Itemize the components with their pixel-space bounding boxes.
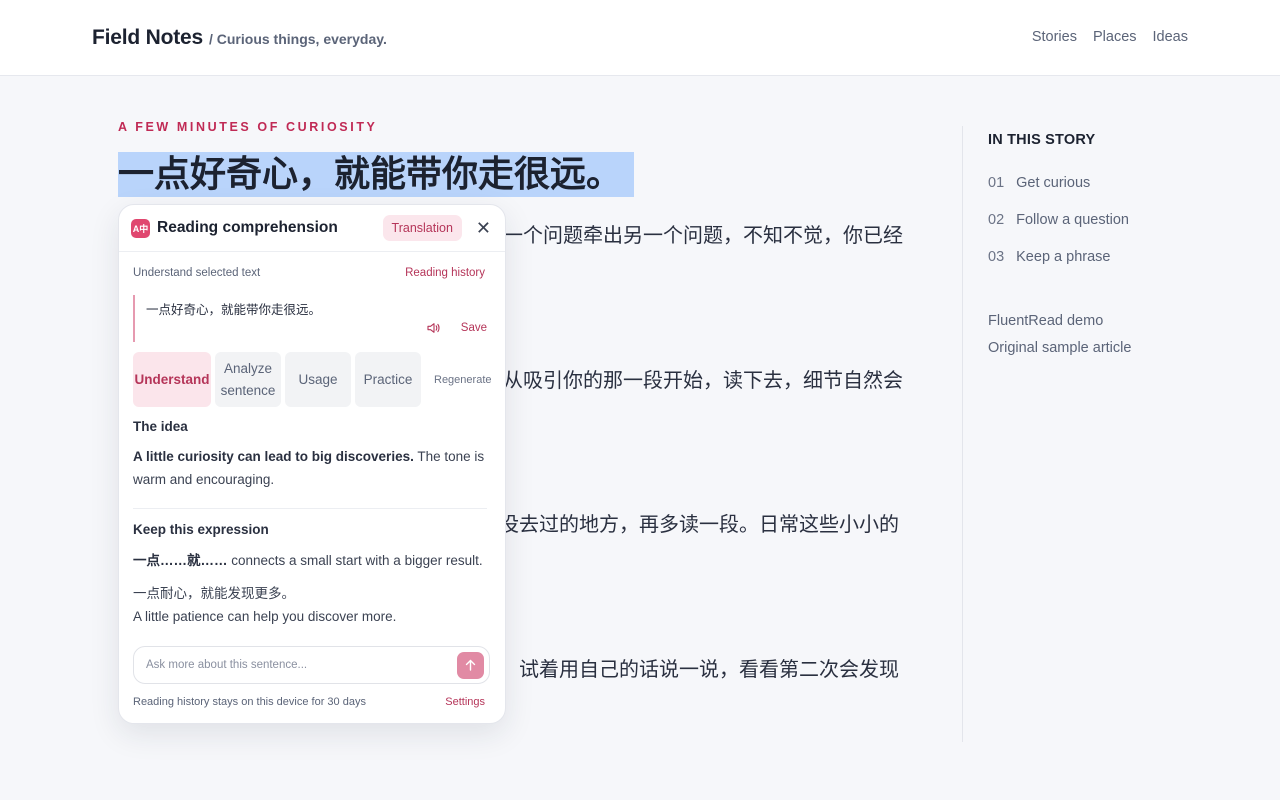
panel-footer: Reading history stays on this device for… — [133, 696, 485, 708]
brand-tagline: / Curious things, everyday. — [208, 31, 387, 47]
settings-link[interactable]: Settings — [445, 696, 485, 708]
history-notice: Reading history stays on this device for… — [133, 696, 366, 708]
paragraph-fragment-4: 试着用自己的话说一说，看看第二次会发现 — [519, 659, 899, 681]
expression-example: 一点耐心，就能发现更多。 A little patience can help … — [133, 582, 493, 628]
idea-summary: A little curiosity can lead to big disco… — [133, 449, 414, 464]
reading-comprehension-panel: A中 Reading comprehension Translation ✕ U… — [118, 204, 506, 724]
story-sidebar: IN THIS STORY 01 Get curious 02 Follow a… — [962, 126, 1202, 742]
section-divider — [133, 508, 487, 509]
article-headline-selected[interactable]: 一点好奇心，就能带你走很远。 — [118, 152, 635, 197]
selected-text-quote: 一点好奇心，就能带你走很远。 Save — [133, 295, 487, 342]
toc-item-keep-a-phrase[interactable]: 03 Keep a phrase — [988, 238, 1202, 275]
nav-stories[interactable]: Stories — [1032, 29, 1077, 45]
paragraph-fragment-1: 一个问题牵出另一个问题，不知不觉，你已经 — [503, 225, 903, 247]
reading-history-link[interactable]: Reading history — [405, 267, 485, 279]
ask-box — [133, 646, 490, 684]
send-button[interactable] — [457, 651, 484, 679]
mode-tabs: Understand Analyze sentence Usage Practi… — [133, 352, 492, 407]
nav-places[interactable]: Places — [1093, 29, 1137, 45]
quote-actions: Save — [427, 322, 487, 334]
tab-practice[interactable]: Practice — [355, 352, 421, 407]
selected-text: 一点好奇心，就能带你走很远。 — [146, 302, 322, 317]
toc-item-follow-a-question[interactable]: 02 Follow a question — [988, 201, 1202, 238]
toc-number: 02 — [988, 211, 1005, 228]
ask-input[interactable] — [146, 659, 457, 671]
nav-ideas[interactable]: Ideas — [1153, 29, 1188, 45]
brand-name: Field Notes — [92, 26, 203, 49]
translation-button[interactable]: Translation — [382, 215, 462, 241]
expression-pattern: 一点……就…… — [133, 553, 228, 568]
tab-understand[interactable]: Understand — [133, 352, 211, 407]
panel-title: Reading comprehension — [157, 219, 338, 236]
top-bar: Field Notes / Curious things, everyday. … — [0, 0, 1280, 76]
regenerate-button[interactable]: Regenerate — [434, 374, 492, 386]
table-of-contents: 01 Get curious 02 Follow a question 03 K… — [988, 164, 1202, 275]
example-chinese: 一点耐心，就能发现更多。 — [133, 586, 295, 601]
idea-heading: The idea — [133, 419, 188, 434]
panel-subheader: Understand selected text Reading history — [133, 267, 485, 279]
idea-body: A little curiosity can lead to big disco… — [133, 445, 493, 491]
toc-label: Keep a phrase — [1016, 248, 1111, 265]
toc-item-get-curious[interactable]: 01 Get curious — [988, 164, 1202, 201]
paragraph-fragment-2: 从吸引你的那一段开始，读下去，细节自然会 — [503, 370, 903, 392]
link-fluentread-demo[interactable]: FluentRead demo — [988, 308, 1202, 335]
panel-header: A中 Reading comprehension Translation ✕ — [119, 205, 505, 252]
close-icon[interactable]: ✕ — [476, 219, 491, 237]
main-nav: Stories Places Ideas — [1032, 29, 1188, 45]
arrow-up-icon — [465, 659, 476, 671]
translate-app-icon: A中 — [131, 218, 150, 238]
subheader-label: Understand selected text — [133, 267, 261, 279]
article-kicker: A FEW MINUTES OF CURIOSITY — [118, 120, 378, 134]
toc-label: Follow a question — [1016, 211, 1129, 228]
save-button[interactable]: Save — [461, 322, 487, 334]
tab-analyze-sentence[interactable]: Analyze sentence — [215, 352, 281, 407]
paragraph-fragment-3: 没去过的地方，再多读一段。日常这些小小的 — [499, 514, 899, 536]
toc-number: 03 — [988, 248, 1005, 265]
toc-title: IN THIS STORY — [988, 132, 1096, 148]
expression-explanation: connects a small start with a bigger res… — [227, 553, 483, 568]
expression-body: 一点……就…… connects a small start with a bi… — [133, 549, 493, 572]
speaker-icon[interactable] — [427, 322, 441, 334]
link-original-article[interactable]: Original sample article — [988, 335, 1202, 362]
tab-usage[interactable]: Usage — [285, 352, 351, 407]
sidebar-links: FluentRead demo Original sample article — [988, 308, 1202, 362]
expression-heading: Keep this expression — [133, 522, 269, 537]
toc-label: Get curious — [1016, 174, 1091, 191]
toc-number: 01 — [988, 174, 1005, 191]
brand[interactable]: Field Notes / Curious things, everyday. — [92, 26, 387, 50]
example-english: A little patience can help you discover … — [133, 609, 397, 624]
